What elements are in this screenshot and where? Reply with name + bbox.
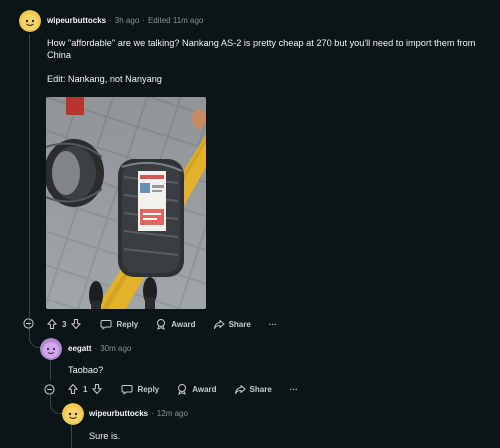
thread-line-level1 xyxy=(50,360,51,380)
vote-score: 1 xyxy=(83,384,88,394)
comment-body: How "affordable" are we talking? Nankang… xyxy=(47,38,476,60)
downvote-icon xyxy=(71,319,82,329)
upvote-button[interactable] xyxy=(67,383,79,395)
separator-dot: · xyxy=(109,16,112,25)
comment-meta: eegatt · 30m ago xyxy=(68,344,131,353)
reply-label: Reply xyxy=(116,319,139,329)
downvote-button[interactable] xyxy=(70,318,82,330)
comment-body: Taobao? xyxy=(68,365,104,375)
snoo-avatar-icon xyxy=(62,403,84,425)
share-icon xyxy=(213,320,225,329)
snoo-avatar-icon xyxy=(19,10,41,32)
upvote-button[interactable] xyxy=(46,318,58,330)
collapse-thread-button[interactable] xyxy=(44,384,55,397)
comment-timestamp[interactable]: 30m ago xyxy=(100,344,131,353)
comment-meta: wipeurbuttocks · 3h ago · Edited 11m ago xyxy=(47,16,203,25)
downvote-button[interactable] xyxy=(91,383,103,395)
upvote-icon xyxy=(68,384,78,394)
username-link[interactable]: eegatt xyxy=(68,344,92,353)
reply-icon xyxy=(121,385,133,395)
thread-line-root xyxy=(29,34,30,317)
thread-line-level2 xyxy=(71,425,72,448)
comment-meta: wipeurbuttocks · 12m ago xyxy=(89,409,188,418)
comment-timestamp[interactable]: 3h ago xyxy=(115,16,139,25)
reply-icon xyxy=(100,320,112,330)
upvote-icon xyxy=(47,319,57,329)
share-button[interactable]: Share xyxy=(234,383,272,395)
comment-timestamp[interactable]: 12m ago xyxy=(157,409,188,418)
avatar[interactable] xyxy=(62,403,84,425)
share-button[interactable]: Share xyxy=(213,318,251,330)
award-icon xyxy=(157,319,166,330)
comment-actions: 3 Reply Award Share ··· xyxy=(46,316,277,332)
username-link[interactable]: wipeurbuttocks xyxy=(89,409,148,418)
award-button[interactable]: Award xyxy=(176,383,217,395)
award-icon xyxy=(178,384,187,395)
more-options-button[interactable]: ··· xyxy=(269,320,277,329)
thread-branch-level2 xyxy=(50,394,62,414)
comment-image[interactable] xyxy=(46,97,206,309)
collapse-thread-button[interactable] xyxy=(23,318,34,331)
share-label: Share xyxy=(249,384,272,394)
comment-body: Sure is. xyxy=(89,431,121,441)
edited-timestamp: Edited 11m ago xyxy=(147,16,204,25)
avatar[interactable] xyxy=(40,338,62,360)
award-button[interactable]: Award xyxy=(155,318,196,330)
username-link[interactable]: wipeurbuttocks xyxy=(47,16,106,25)
share-label: Share xyxy=(228,319,251,329)
snoo-avatar-icon xyxy=(40,338,62,360)
comment-actions: 1 Reply Award Share ··· xyxy=(67,381,298,397)
reply-button[interactable]: Reply xyxy=(121,383,159,395)
reply-button[interactable]: Reply xyxy=(100,318,138,330)
more-options-button[interactable]: ··· xyxy=(290,385,298,394)
collapse-icon xyxy=(44,384,55,395)
share-icon xyxy=(234,385,246,394)
award-label: Award xyxy=(171,319,196,329)
award-label: Award xyxy=(192,384,217,394)
tire-photo xyxy=(46,97,206,309)
separator-dot: · xyxy=(151,409,154,418)
reply-label: Reply xyxy=(137,384,160,394)
separator-dot: · xyxy=(94,344,98,353)
downvote-icon xyxy=(92,384,103,394)
comment-edit-note: Edit: Nankang, not Nanyang xyxy=(47,74,162,84)
separator-dot: · xyxy=(142,16,145,25)
vote-score: 3 xyxy=(62,319,67,329)
collapse-icon xyxy=(23,318,34,329)
avatar[interactable] xyxy=(19,10,41,32)
